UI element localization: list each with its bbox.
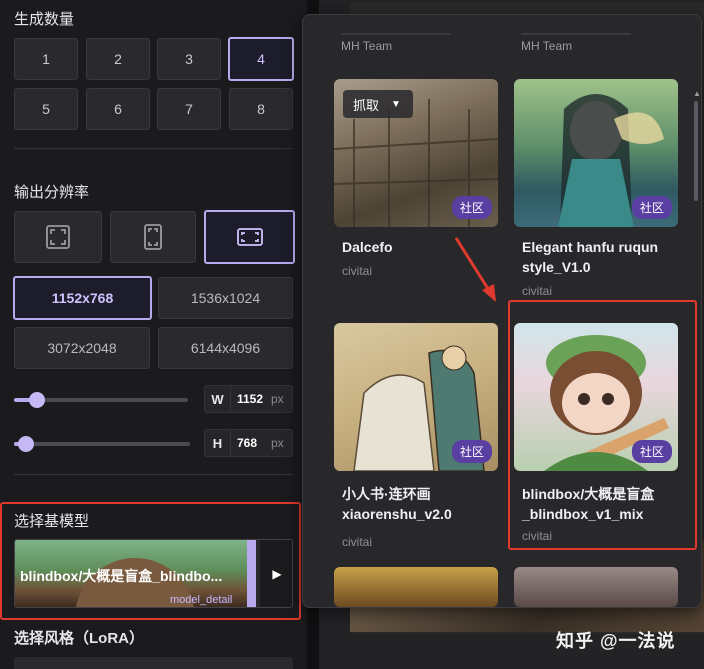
count-option-1[interactable]: 1 (14, 38, 78, 80)
size-option-1536x1024[interactable]: 1536x1024 (158, 277, 293, 319)
highlight-box-base-model (0, 502, 301, 620)
count-option-3[interactable]: 3 (157, 38, 221, 80)
app-root: 生成数量 1 2 3 4 5 6 7 8 输出分辨率 1152x768 1536… (0, 0, 704, 669)
width-field-label: W (205, 386, 231, 412)
model-card-next[interactable] (334, 567, 498, 607)
height-field-unit: px (271, 436, 284, 450)
community-badge: 社区 (631, 196, 672, 219)
divider (14, 474, 293, 475)
height-slider-thumb[interactable] (18, 436, 34, 452)
height-field-label: H (205, 430, 231, 456)
width-field[interactable]: W 1152 px (204, 385, 293, 413)
count-option-2[interactable]: 2 (86, 38, 150, 80)
count-option-5[interactable]: 5 (14, 88, 78, 130)
count-option-4[interactable]: 4 (228, 37, 294, 81)
count-section-title: 生成数量 (14, 11, 75, 28)
count-option-8[interactable]: 8 (229, 88, 293, 130)
width-slider-thumb[interactable] (29, 392, 45, 408)
ratio-square-button[interactable] (14, 211, 102, 263)
red-arrow-icon (454, 237, 496, 302)
square-ratio-icon (46, 225, 70, 249)
model-card-hanfu[interactable]: 社区 (514, 79, 678, 227)
height-field[interactable]: H 768 px (204, 429, 293, 457)
height-field-value[interactable]: 768 (231, 436, 269, 450)
model-sub-label: model_detail (170, 594, 233, 606)
grab-label: 抓取 (353, 97, 380, 113)
community-badge: 社区 (451, 196, 492, 219)
width-slider[interactable] (14, 392, 188, 408)
landscape-ratio-icon (236, 228, 263, 246)
community-badge: 社区 (451, 440, 492, 463)
card-source: civitai (342, 535, 373, 549)
divider (14, 148, 293, 149)
highlight-box-blindbox (508, 300, 697, 550)
lora-selector[interactable] (14, 657, 293, 669)
card-edge (341, 33, 451, 35)
popup-scrollbar[interactable] (694, 101, 698, 201)
model-card-xiaorenshu[interactable]: 社区 (334, 323, 498, 471)
team-label: MH Team (521, 39, 573, 53)
model-card-next[interactable] (514, 567, 678, 607)
grab-dropdown[interactable]: 抓取 ▼ (343, 90, 413, 118)
size-option-6144x4096[interactable]: 6144x4096 (158, 327, 293, 369)
watermark: 知乎 @一法说 (556, 631, 676, 651)
card-source: civitai (342, 264, 373, 278)
chevron-down-icon: ▼ (391, 98, 401, 110)
model-name: blindbox/大概是盲盒_blindbo... (20, 568, 223, 584)
height-slider[interactable] (14, 436, 190, 452)
portrait-ratio-icon (144, 224, 162, 250)
card-edge (521, 33, 631, 35)
count-option-6[interactable]: 6 (86, 88, 150, 130)
size-option-3072x2048[interactable]: 3072x2048 (14, 327, 150, 369)
card-title: Elegant hanfu ruqun style_V1.0 (522, 239, 659, 275)
model-card-dalcefo[interactable]: 抓取 ▼ 社区 (334, 79, 498, 227)
resolution-section-title: 输出分辨率 (14, 184, 90, 201)
scroll-up-icon[interactable]: ▲ (693, 89, 701, 98)
team-label: MH Team (341, 39, 393, 53)
count-option-7[interactable]: 7 (157, 88, 221, 130)
ratio-portrait-button[interactable] (110, 211, 196, 263)
lora-section-title: 选择风格（LoRA） (14, 630, 144, 647)
width-field-unit: px (271, 392, 284, 406)
settings-panel: 生成数量 1 2 3 4 5 6 7 8 输出分辨率 1152x768 1536… (0, 0, 307, 669)
ratio-landscape-button[interactable] (204, 210, 295, 264)
width-field-value[interactable]: 1152 (231, 392, 269, 406)
card-title: 小人书·连环画 xiaorenshu_v2.0 (342, 486, 452, 522)
size-option-1152x768[interactable]: 1152x768 (13, 276, 152, 320)
card-source: civitai (522, 284, 553, 298)
